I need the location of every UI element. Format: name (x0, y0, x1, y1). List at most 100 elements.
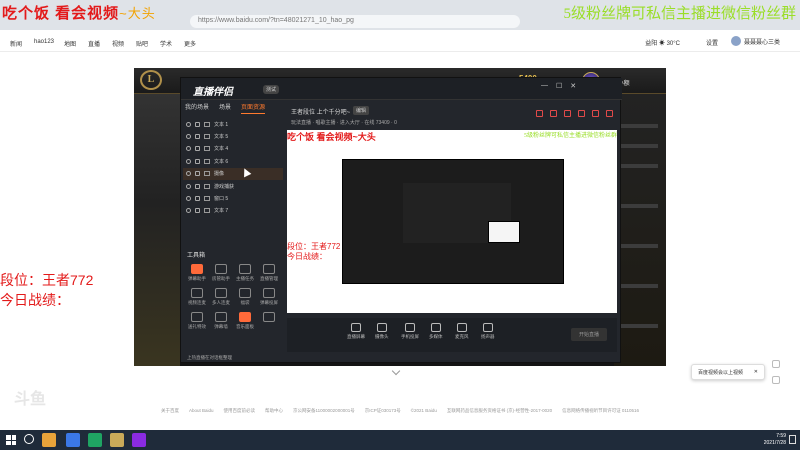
speaker-icon (482, 323, 493, 332)
tool-danmaku-assistant[interactable]: 弹幕助手 (185, 264, 209, 282)
tool-label: 送礼特效 (188, 324, 206, 329)
feedback-icon[interactable] (772, 360, 780, 368)
layer-item[interactable]: 文本 1 (183, 118, 283, 130)
start-live-button[interactable]: 开始直播 (570, 328, 607, 341)
tool-tasks[interactable]: 主播任务 (233, 264, 257, 282)
tool-multi-link[interactable]: 多人连麦 (209, 288, 233, 306)
taskbar-app-explorer[interactable] (42, 433, 56, 447)
play-icon (430, 323, 441, 332)
windows-start-icon[interactable] (6, 435, 16, 445)
tool-gift-effect[interactable]: 送礼特效 (185, 312, 209, 330)
footer-link[interactable]: 信息网络传播视听节目许可证 0110516 (562, 408, 639, 414)
taskbar-app-edge[interactable] (88, 433, 102, 447)
tool-danmaku-cast[interactable]: 弹幕投屏 (257, 288, 281, 306)
eye-icon[interactable] (186, 134, 191, 140)
user-menu[interactable]: 聂聂聂心三类 (730, 36, 780, 46)
lock-icon[interactable] (195, 134, 200, 140)
microphone-button[interactable]: 麦克风 (455, 323, 469, 340)
screen-capture-button[interactable]: 直播屏幕 (347, 323, 365, 340)
eye-icon[interactable] (186, 158, 191, 164)
gift-box-icon[interactable] (536, 110, 543, 117)
taskbar-app-chrome[interactable] (66, 433, 80, 447)
footer-link[interactable]: 关于百度 (161, 408, 179, 414)
menu-more[interactable]: 更多 (184, 39, 196, 48)
lock-icon[interactable] (578, 110, 585, 117)
layer-item[interactable]: 窗口 5 (183, 192, 283, 204)
tool-video-link[interactable]: 视频连麦 (185, 288, 209, 306)
footer-link[interactable]: 使用百度前必读 (224, 408, 256, 414)
eye-icon[interactable] (186, 183, 191, 189)
lock-icon[interactable] (195, 146, 200, 152)
bell-icon[interactable] (592, 110, 599, 117)
footer-link[interactable]: 帮助中心 (265, 408, 283, 414)
tool-room-admin[interactable]: 房管助手 (209, 264, 233, 282)
tool-more[interactable] (257, 312, 281, 330)
footer-link[interactable]: 互联网药品信息服务资格证书 (京)-经营性-2017-0020 (447, 408, 552, 414)
multimedia-button[interactable]: 多媒体 (429, 323, 443, 340)
baidu-popup[interactable]: 百度视频会以上视频 ✕ (691, 364, 765, 380)
maximize-button[interactable]: ☐ (556, 82, 562, 90)
address-bar[interactable]: https://www.baidu.com/?tn=48021271_10_ha… (190, 15, 520, 28)
overlay-title-text: 吃个饭 看会视频 (2, 5, 120, 22)
tool-danmaku-wall[interactable]: 弹幕墙 (209, 312, 233, 330)
taskbar-clock[interactable]: 7:59 2021/7/28 (764, 433, 786, 447)
minimize-button[interactable]: — (541, 82, 548, 90)
baidu-footer: 关于百度 About Baidu 使用百度前必读 帮助中心 京公网安备11000… (0, 408, 800, 414)
layer-item[interactable]: 文本 7 (183, 205, 283, 217)
lock-icon[interactable] (195, 208, 200, 214)
tab-page-resources[interactable]: 页面资源 (241, 102, 266, 114)
layer-item[interactable]: 文本 4 (183, 143, 283, 155)
chevron-down-icon[interactable] (391, 366, 401, 376)
search-icon[interactable] (24, 434, 34, 444)
camera-button[interactable]: 摄像头 (375, 323, 389, 340)
footer-link[interactable]: About Baidu (189, 408, 214, 414)
cart-icon[interactable] (564, 110, 571, 117)
tool-label: 福袋 (240, 300, 250, 305)
taskbar-app-streamer[interactable] (132, 433, 146, 447)
lock-icon[interactable] (195, 196, 200, 202)
cast-icon (263, 288, 275, 298)
tool-lucky-bag[interactable]: 福袋 (233, 288, 257, 306)
eye-icon[interactable] (186, 146, 191, 152)
share-icon[interactable] (606, 110, 613, 117)
notification-icon[interactable] (789, 435, 796, 444)
tab-scenes[interactable]: 场景 (219, 102, 231, 114)
menu-tieba[interactable]: 贴吧 (136, 39, 148, 48)
menu-hao123[interactable]: hao123 (34, 39, 54, 45)
speaker-button[interactable]: 扬声器 (481, 323, 495, 340)
layer-item-selected[interactable]: 摄像 (183, 167, 283, 180)
settings-link[interactable]: 设置 (706, 38, 718, 47)
stream-preview[interactable]: 吃个饭 看会视频~大头 5级粉丝牌可私信主播进微信粉丝群 段位：王者772 今日… (287, 130, 617, 313)
tab-my-scenes[interactable]: 我的场景 (185, 102, 209, 114)
close-button[interactable]: ✕ (570, 82, 576, 90)
eye-icon[interactable] (186, 196, 191, 202)
eye-icon[interactable] (186, 208, 191, 214)
control-label: 摄像头 (375, 334, 389, 339)
layer-item[interactable]: 文本 5 (183, 130, 283, 142)
edit-title-button[interactable]: 编辑 (353, 106, 370, 115)
taskbar-app-game[interactable] (110, 433, 124, 447)
phone-cast-button[interactable]: 手机投屏 (401, 323, 419, 340)
tool-live-manage[interactable]: 直播管理 (257, 264, 281, 282)
menu-live[interactable]: 直播 (88, 39, 100, 48)
back-to-top-icon[interactable] (772, 376, 780, 384)
lock-icon[interactable] (195, 171, 200, 177)
lock-icon[interactable] (195, 183, 200, 189)
menu-scholar[interactable]: 学术 (160, 39, 172, 48)
weather-widget[interactable]: 益阳 ☀ 30°C (645, 38, 680, 47)
calendar-icon[interactable] (550, 110, 557, 117)
layer-label: 文本 1 (214, 121, 229, 128)
tool-music-panel[interactable]: 音乐面板 (233, 312, 257, 330)
menu-map[interactable]: 地图 (64, 39, 76, 48)
layer-item[interactable]: 文本 6 (183, 155, 283, 167)
eye-icon[interactable] (186, 121, 191, 127)
menu-news[interactable]: 新闻 (10, 39, 22, 48)
eye-icon[interactable] (186, 171, 191, 177)
footer-link[interactable]: 京ICP证030173号 (365, 408, 401, 414)
layer-item[interactable]: 游戏捕获 (183, 180, 283, 192)
menu-video[interactable]: 视频 (112, 39, 124, 48)
lock-icon[interactable] (195, 158, 200, 164)
popup-close-icon[interactable]: ✕ (754, 369, 758, 375)
footer-link[interactable]: 京公网安备11000002000001号 (293, 408, 355, 414)
lock-icon[interactable] (195, 121, 200, 127)
